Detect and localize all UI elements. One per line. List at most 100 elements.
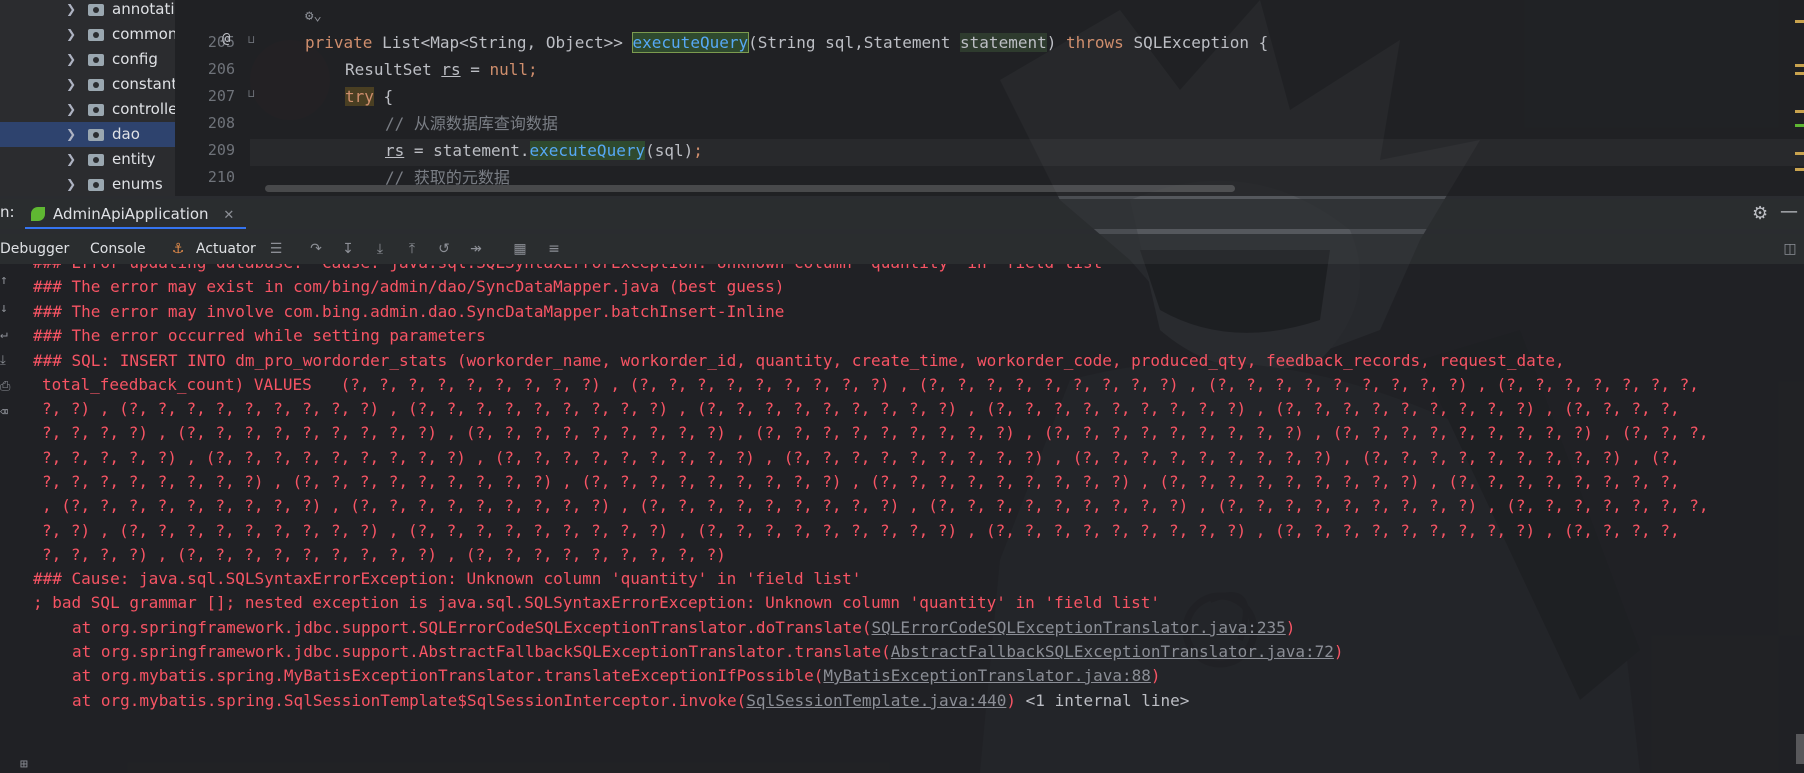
- console-line: ?, ?, ?, ?, ?) , (?, ?, ?, ?, ?, ?, ?, ?…: [42, 448, 1680, 467]
- console-line: ### The error occurred while setting par…: [33, 326, 486, 345]
- run-to-cursor-icon[interactable]: ↠: [466, 239, 486, 259]
- tree-item-config[interactable]: ❯ config: [0, 47, 175, 72]
- tree-item-entity[interactable]: ❯ entity: [0, 147, 175, 172]
- line-number: 208: [207, 114, 235, 132]
- line-number: 209: [207, 141, 235, 159]
- step-into-icon[interactable]: ⤓: [370, 239, 390, 259]
- console-line: ?, ?) , (?, ?, ?, ?, ?, ?, ?, ?, ?) , (?…: [42, 521, 1680, 540]
- source-link[interactable]: AbstractFallbackSQLExceptionTranslator.j…: [891, 642, 1334, 661]
- gear-icon[interactable]: ⚙: [1752, 203, 1768, 224]
- tree-item-common[interactable]: ❯ common: [0, 22, 175, 47]
- tree-item-label: constant: [112, 75, 175, 93]
- up-arrow-icon[interactable]: ↑: [0, 274, 14, 288]
- chevron-right-icon[interactable]: ❯: [66, 97, 76, 122]
- tree-item-enums[interactable]: ❯ enums: [0, 172, 175, 196]
- tree-item-constant[interactable]: ❯ constant: [0, 72, 175, 97]
- override-at-icon[interactable]: @: [222, 31, 230, 47]
- scroll-to-end-icon[interactable]: ⤓: [0, 354, 14, 368]
- chevron-right-icon[interactable]: ❯: [66, 147, 76, 172]
- spring-boot-icon: [31, 207, 45, 221]
- trace-icon[interactable]: ≡: [544, 239, 564, 259]
- step-out-icon[interactable]: ⤒: [402, 239, 422, 259]
- code-line-208: // 从源数据库查询数据: [385, 114, 558, 133]
- console-line: ?, ?) , (?, ?, ?, ?, ?, ?, ?, ?, ?) , (?…: [42, 399, 1680, 418]
- source-link[interactable]: MyBatisExceptionTranslator.java:88: [823, 666, 1151, 685]
- package-folder-icon: [88, 104, 104, 116]
- table-view-icon[interactable]: ▦: [510, 239, 530, 259]
- vertical-scrollbar[interactable]: [1796, 734, 1804, 764]
- code-vision-icon[interactable]: ⚙⌄: [305, 8, 322, 24]
- tree-item-controller[interactable]: ❯ controlle: [0, 97, 175, 122]
- stack-trace-line: at org.springframework.jdbc.support.Abst…: [72, 642, 1344, 661]
- step-over-icon[interactable]: ↧: [338, 239, 358, 259]
- soft-wrap-icon[interactable]: ↵: [0, 328, 14, 342]
- tree-item-label: common: [112, 25, 175, 43]
- tree-item-label: config: [112, 50, 158, 68]
- internal-lines-fold[interactable]: <1 internal line>: [1016, 691, 1190, 710]
- project-tree: ❯ annotatio ❯ common ❯ config ❯ constant…: [0, 0, 175, 196]
- package-folder-icon: [88, 154, 104, 166]
- layout-icon[interactable]: ◫: [1780, 239, 1800, 259]
- console-line: ### The error may involve com.bing.admin…: [33, 302, 785, 321]
- close-icon[interactable]: ✕: [223, 208, 234, 223]
- chevron-right-icon[interactable]: ❯: [66, 172, 76, 196]
- chevron-right-icon[interactable]: ❯: [66, 22, 76, 47]
- console-line: ### Cause: java.sql.SQLSyntaxErrorExcept…: [33, 569, 862, 588]
- run-tab-label: AdminApiApplication: [53, 205, 209, 223]
- tree-item-annotation[interactable]: ❯ annotatio: [0, 0, 175, 22]
- console-line: total_feedback_count) VALUES (?, ?, ?, ?…: [42, 375, 1699, 394]
- source-link[interactable]: SQLErrorCodeSQLExceptionTranslator.java:…: [872, 618, 1286, 637]
- chevron-right-icon[interactable]: ❯: [66, 122, 76, 147]
- clear-all-icon[interactable]: ⌫: [0, 406, 14, 420]
- down-arrow-icon[interactable]: ↓: [0, 302, 14, 316]
- console-line: ?, ?, ?, ?, ?, ?, ?, ?) , (?, ?, ?, ?, ?…: [42, 472, 1680, 491]
- tree-item-label: controlle: [112, 100, 175, 118]
- package-folder-icon: [88, 79, 104, 91]
- debugger-tab[interactable]: Debugger: [0, 234, 69, 264]
- stack-trace-line: at org.mybatis.spring.MyBatisExceptionTr…: [72, 666, 1161, 685]
- package-folder-icon: [88, 129, 104, 141]
- code-editor[interactable]: ⚙⌄ 205 @ ⊔ private List<Map<String, Obje…: [175, 0, 1804, 196]
- error-stripe-marker[interactable]: [1795, 152, 1804, 155]
- package-folder-icon: [88, 54, 104, 66]
- code-line-207: try {: [345, 87, 394, 106]
- error-stripe-marker[interactable]: [1795, 64, 1804, 67]
- menu-lines-icon[interactable]: ☰: [266, 239, 286, 259]
- show-execution-point-icon[interactable]: ↷: [306, 239, 326, 259]
- chevron-right-icon[interactable]: ❯: [66, 0, 76, 22]
- stack-trace-line: at org.mybatis.spring.SqlSessionTemplate…: [72, 691, 1190, 710]
- tree-item-label: dao: [112, 125, 140, 143]
- console-line: ?, ?, ?, ?) , (?, ?, ?, ?, ?, ?, ?, ?, ?…: [42, 423, 1709, 442]
- console-line: ?, ?, ?, ?) , (?, ?, ?, ?, ?, ?, ?, ?, ?…: [42, 545, 726, 564]
- fold-icon[interactable]: ⊔: [248, 33, 255, 46]
- console-line: ### The error may exist in com/bing/admi…: [33, 277, 785, 296]
- source-link[interactable]: SqlSessionTemplate.java:440: [746, 691, 1006, 710]
- print-icon[interactable]: ⎙: [0, 380, 14, 394]
- run-tab-admin-api-application[interactable]: AdminApiApplication ✕: [25, 201, 247, 229]
- minimize-icon[interactable]: —: [1780, 201, 1798, 222]
- fold-icon[interactable]: ⊔: [248, 87, 255, 100]
- console-line: , (?, ?, ?, ?, ?, ?, ?, ?, ?) , (?, ?, ?…: [42, 496, 1709, 515]
- code-line-205: private List<Map<String, Object>> execut…: [305, 32, 1269, 53]
- run-panel-label: n:: [0, 203, 15, 221]
- package-folder-icon: [88, 29, 104, 41]
- expand-icon[interactable]: ⊞: [20, 758, 34, 772]
- error-stripe-marker[interactable]: [1795, 168, 1804, 171]
- tree-item-dao[interactable]: ❯ dao: [0, 122, 175, 147]
- error-stripe-marker[interactable]: [1795, 124, 1804, 127]
- stack-trace-line: at org.springframework.jdbc.support.SQLE…: [72, 618, 1296, 637]
- chevron-right-icon[interactable]: ❯: [66, 72, 76, 97]
- console-line: ; bad SQL grammar []; nested exception i…: [33, 593, 1161, 612]
- console-output[interactable]: ↑ ↓ ↵ ⤓ ⎙ ⌫ ⊞ ### Error updating databas…: [0, 264, 1804, 773]
- error-stripe-marker[interactable]: [1795, 72, 1804, 75]
- line-number: 207: [207, 87, 235, 105]
- actuator-tab[interactable]: Actuator: [196, 234, 256, 264]
- error-stripe-marker[interactable]: [1795, 110, 1804, 113]
- drop-frame-icon[interactable]: ↺: [434, 239, 454, 259]
- error-stripe-marker[interactable]: [1795, 20, 1804, 23]
- package-folder-icon: [88, 4, 104, 16]
- console-tab[interactable]: Console: [90, 234, 146, 264]
- horizontal-scrollbar[interactable]: [265, 185, 1235, 192]
- chevron-right-icon[interactable]: ❯: [66, 47, 76, 72]
- tree-item-label: enums: [112, 175, 163, 193]
